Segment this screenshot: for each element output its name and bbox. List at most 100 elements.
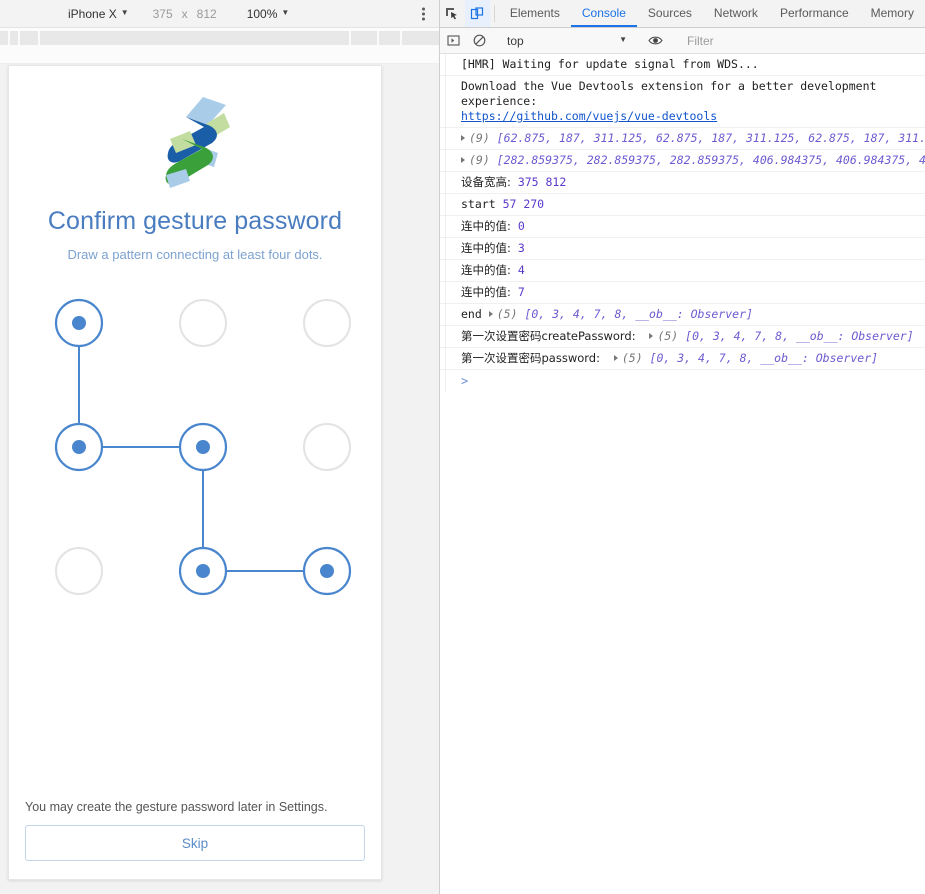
device-width-input[interactable]: 375 — [153, 7, 173, 21]
gesture-dot-5[interactable] — [303, 423, 351, 471]
tab-memory[interactable]: Memory — [860, 0, 925, 27]
tab-sources[interactable]: Sources — [637, 0, 703, 27]
gesture-dot-2[interactable] — [303, 299, 351, 347]
inspect-element-icon[interactable] — [440, 0, 465, 27]
console-filter-input[interactable] — [677, 33, 877, 48]
zoom-select-label: 100% — [246, 6, 278, 21]
gesture-active-dots[interactable] — [54, 298, 352, 596]
clear-console-icon[interactable] — [466, 34, 492, 47]
gesture-dot-8[interactable] — [302, 546, 352, 596]
chevron-down-icon: ▼ — [120, 8, 129, 17]
device-ruler-track[interactable] — [0, 31, 440, 45]
array-count: (9) — [469, 131, 490, 145]
console-message-hit-7[interactable]: 连中的值: 7 — [440, 282, 925, 304]
message-gutter — [440, 172, 446, 193]
gesture-pattern-grid[interactable] — [9, 282, 381, 612]
message-label: 第一次设置密码createPassword: — [461, 329, 636, 343]
array-count: (5) — [496, 307, 518, 321]
message-gutter — [440, 304, 446, 325]
console-message-password[interactable]: 第一次设置密码password: (5) [0, 3, 4, 7, 8, __o… — [440, 348, 925, 370]
message-gutter — [440, 370, 446, 392]
message-gutter — [440, 128, 446, 149]
prompt-symbol: > — [461, 374, 469, 388]
skip-button[interactable]: Skip — [25, 825, 365, 861]
console-message-hit-3[interactable]: 连中的值: 3 — [440, 238, 925, 260]
message-value: 375 812 — [517, 175, 567, 189]
console-message-end[interactable]: end (5) [0, 3, 4, 7, 8, __ob__: Observer… — [440, 304, 925, 326]
expand-triangle-icon[interactable] — [613, 355, 618, 361]
console-message-create-password[interactable]: 第一次设置密码createPassword: (5) [0, 3, 4, 7, … — [440, 326, 925, 348]
logo-container — [9, 66, 381, 195]
console-message-vue-devtools[interactable]: Download the Vue Devtools extension for … — [440, 76, 925, 128]
message-label: 第一次设置密码password: — [461, 351, 600, 365]
gesture-dot-4[interactable] — [178, 422, 228, 472]
device-viewport: Confirm gesture password Draw a pattern … — [8, 65, 382, 880]
console-message-hit-4[interactable]: 连中的值: 4 — [440, 260, 925, 282]
footer-note: You may create the gesture password late… — [25, 800, 328, 814]
gesture-dot-0[interactable] — [54, 298, 104, 348]
message-text: Download the Vue Devtools extension for … — [461, 79, 877, 108]
message-value: 3 — [517, 241, 525, 255]
device-emulation-pane: iPhone X ▼ 375 x 812 100% ▼ Confirm gest… — [0, 0, 440, 894]
message-gutter — [440, 216, 446, 237]
gesture-dot-1[interactable] — [179, 299, 227, 347]
device-emulation-toolbar: iPhone X ▼ 375 x 812 100% ▼ — [0, 0, 439, 28]
console-sidebar-icon[interactable] — [440, 34, 466, 47]
screen-footer: You may create the gesture password late… — [9, 800, 381, 879]
message-label: 连中的值: — [461, 219, 511, 233]
device-toolbar-icon[interactable] — [464, 0, 490, 27]
console-message-array-1[interactable]: (9) [62.875, 187, 311.125, 62.875, 187, … — [440, 128, 925, 150]
chevron-down-icon: ▼ — [281, 8, 290, 17]
tab-network[interactable]: Network — [703, 0, 769, 27]
gesture-pattern-svg[interactable] — [9, 282, 382, 612]
message-gutter — [440, 348, 446, 369]
gesture-dot-7[interactable] — [178, 546, 228, 596]
array-count: (5) — [621, 351, 643, 365]
message-value: 7 — [517, 285, 525, 299]
array-preview: [0, 3, 4, 7, 8, __ob__: Observer] — [524, 307, 753, 321]
message-label: 连中的值: — [461, 285, 511, 299]
zoom-select[interactable]: 100% ▼ — [247, 7, 290, 21]
dimension-separator: x — [181, 6, 188, 21]
console-message-list[interactable]: [HMR] Waiting for update signal from WDS… — [440, 54, 925, 894]
device-select-label: iPhone X — [68, 6, 117, 21]
execution-context-select[interactable]: top ▼ — [501, 34, 633, 48]
page-subtitle: Draw a pattern connecting at least four … — [67, 247, 323, 262]
array-count: (9) — [469, 153, 490, 167]
message-label: 连中的值: — [461, 241, 511, 255]
console-message-hmr[interactable]: [HMR] Waiting for update signal from WDS… — [440, 54, 925, 76]
live-expression-icon[interactable] — [642, 34, 668, 47]
array-preview: [62.875, 187, 311.125, 62.875, 187, 311.… — [496, 131, 925, 145]
gesture-dot-3[interactable] — [54, 422, 104, 472]
expand-triangle-icon[interactable] — [649, 333, 654, 339]
console-message-start[interactable]: start 57 270 — [440, 194, 925, 216]
expand-triangle-icon[interactable] — [461, 157, 465, 163]
tab-performance[interactable]: Performance — [769, 0, 860, 27]
message-gutter — [440, 194, 446, 215]
console-toolbar: top ▼ — [440, 28, 925, 54]
console-message-array-2[interactable]: (9) [282.859375, 282.859375, 282.859375,… — [440, 150, 925, 172]
console-message-device-dimensions[interactable]: 设备宽高: 375 812 — [440, 172, 925, 194]
gesture-password-screen: Confirm gesture password Draw a pattern … — [9, 66, 381, 879]
message-label: 设备宽高: — [461, 175, 511, 189]
execution-context-label: top — [507, 33, 524, 48]
array-preview: [0, 3, 4, 7, 8, __ob__: Observer] — [685, 329, 914, 343]
vue-devtools-link[interactable]: https://github.com/vuejs/vue-devtools — [461, 109, 717, 123]
tab-console[interactable]: Console — [570, 0, 637, 27]
gesture-dot-6[interactable] — [55, 547, 103, 595]
array-preview: [0, 3, 4, 7, 8, __ob__: Observer] — [649, 351, 879, 365]
message-gutter — [440, 54, 446, 75]
device-select[interactable]: iPhone X ▼ — [68, 7, 129, 21]
vertical-dots-icon[interactable] — [422, 7, 425, 20]
message-text: [HMR] Waiting for update signal from WDS… — [461, 57, 759, 71]
expand-triangle-icon[interactable] — [488, 311, 493, 317]
device-ruler-strip — [0, 28, 440, 64]
message-label: start — [461, 197, 496, 211]
console-prompt[interactable]: > — [440, 370, 925, 392]
device-height-input[interactable]: 812 — [197, 7, 217, 21]
console-message-hit-0[interactable]: 连中的值: 0 — [440, 216, 925, 238]
message-gutter — [440, 150, 446, 171]
expand-triangle-icon[interactable] — [461, 135, 465, 141]
tab-elements[interactable]: Elements — [499, 0, 571, 27]
message-value: 57 270 — [502, 197, 545, 211]
